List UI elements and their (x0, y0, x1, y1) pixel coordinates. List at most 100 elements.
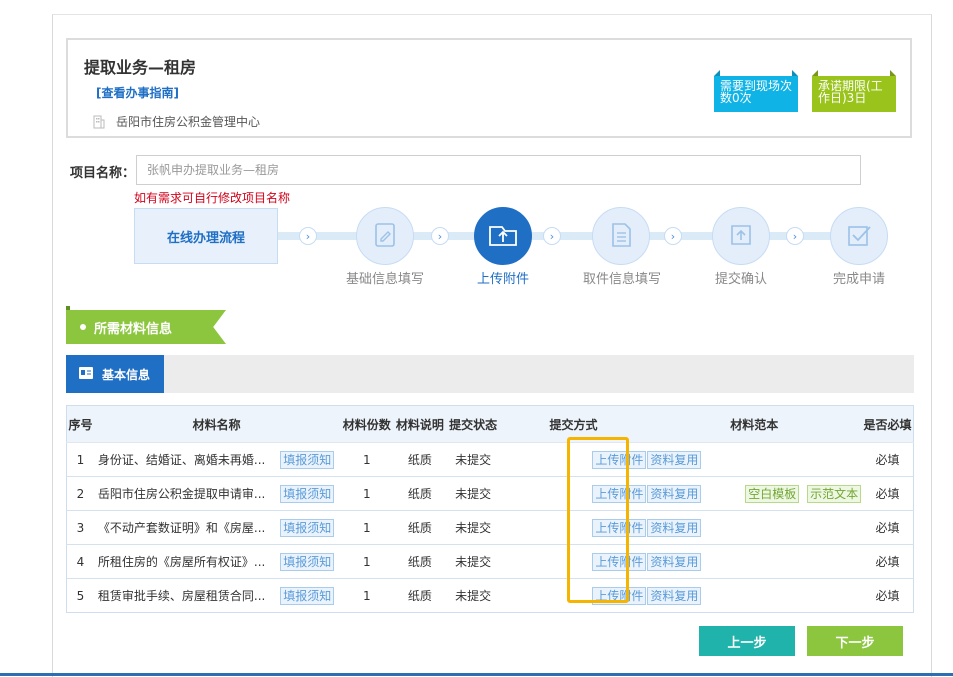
ribbon-fold (66, 306, 70, 310)
row-count: 1 (339, 442, 395, 477)
notice-button[interactable]: 填报须知 (280, 518, 335, 537)
visits-badge: 需要到现场次数0次 (714, 70, 798, 112)
materials-ribbon: 所需材料信息 (66, 310, 226, 344)
bullet-icon (80, 324, 86, 330)
upload-attachment-button[interactable]: 上传附件 (592, 484, 647, 503)
upload-attachment-button[interactable]: 上传附件 (592, 450, 647, 469)
reuse-material-button[interactable]: 资料复用 (647, 586, 702, 605)
org-row: 岳阳市住房公积金管理中心 (92, 113, 260, 130)
building-icon (92, 115, 106, 129)
col-template: 材料范本 (646, 405, 863, 443)
row-required: 必填 (862, 476, 914, 511)
step-basic-info (356, 207, 414, 265)
notice-button[interactable]: 填报须知 (280, 552, 335, 571)
row-status: 未提交 (445, 442, 501, 477)
step-complete (830, 207, 888, 265)
notice-button[interactable]: 填报须知 (280, 450, 335, 469)
row-name: 租赁审批手续、房屋租赁合同... (93, 578, 276, 613)
col-name: 材料名称 (93, 405, 340, 443)
row-desc: 纸质 (394, 476, 446, 511)
upload-folder-icon (487, 221, 519, 252)
step-label-confirm: 提交确认 (714, 272, 767, 287)
deadline-badge: 承诺期限(工作日)3日 (812, 70, 896, 112)
tab-basic-info-label: 基本信息 (102, 367, 151, 382)
step-label-basic-info: 基础信息填写 (345, 272, 424, 287)
step-label-upload: 上传附件 (476, 272, 529, 287)
table-row: 1 身份证、结婚证、离婚未再婚... 填报须知 1 纸质 未提交 上传附件 资料… (66, 442, 914, 477)
guide-link[interactable]: [查看办事指南] (96, 84, 179, 101)
reuse-material-button[interactable]: 资料复用 (647, 518, 702, 537)
row-name: 《不动产套数证明》和《房屋... (93, 510, 276, 545)
reuse-material-button[interactable]: 资料复用 (647, 484, 702, 503)
step-label-pickup: 取件信息填写 (582, 272, 661, 287)
row-required: 必填 (862, 510, 914, 545)
tab-basic-info[interactable]: 基本信息 (66, 355, 164, 393)
row-required: 必填 (862, 442, 914, 477)
step-submit-confirm (712, 207, 770, 265)
table-row: 3 《不动产套数证明》和《房屋... 填报须知 1 纸质 未提交 上传附件 资料… (66, 510, 914, 545)
blank-template-button[interactable]: 空白模板 (745, 484, 800, 503)
row-count: 1 (339, 578, 395, 613)
upload-attachment-button[interactable]: 上传附件 (592, 552, 647, 571)
next-step-button[interactable]: 下一步 (807, 626, 903, 656)
col-method: 提交方式 (500, 405, 647, 443)
row-status: 未提交 (445, 578, 501, 613)
table-row: 4 所租住房的《房屋所有权证》... 填报须知 1 纸质 未提交 上传附件 资料… (66, 544, 914, 579)
notice-button[interactable]: 填报须知 (280, 586, 335, 605)
row-no: 2 (66, 476, 94, 511)
edit-icon (371, 221, 399, 252)
row-count: 1 (339, 476, 395, 511)
row-count: 1 (339, 510, 395, 545)
page-title: 提取业务—租房 (84, 58, 197, 77)
row-desc: 纸质 (394, 510, 446, 545)
chevron-right-icon: › (299, 227, 317, 245)
row-desc: 纸质 (394, 578, 446, 613)
sample-text-button[interactable]: 示范文本 (807, 484, 862, 503)
row-required: 必填 (862, 578, 914, 613)
upload-icon (727, 221, 755, 252)
table-row: 2 岳阳市住房公积金提取申请审... 填报须知 1 纸质 未提交 上传附件 资料… (66, 476, 914, 511)
reuse-material-button[interactable]: 资料复用 (647, 450, 702, 469)
upload-attachment-button[interactable]: 上传附件 (592, 518, 647, 537)
prev-step-button[interactable]: 上一步 (699, 626, 795, 656)
col-count: 材料份数 (339, 405, 395, 443)
materials-ribbon-label: 所需材料信息 (94, 321, 173, 337)
org-name: 岳阳市住房公积金管理中心 (116, 115, 261, 129)
row-no: 4 (66, 544, 94, 579)
row-required: 必填 (862, 544, 914, 579)
row-name: 身份证、结婚证、离婚未再婚... (93, 442, 276, 477)
col-desc: 材料说明 (394, 405, 446, 443)
row-desc: 纸质 (394, 544, 446, 579)
row-name: 岳阳市住房公积金提取申请审... (93, 476, 276, 511)
row-status: 未提交 (445, 476, 501, 511)
row-status: 未提交 (445, 510, 501, 545)
id-card-icon (78, 365, 94, 384)
chevron-right-icon: › (664, 227, 682, 245)
row-desc: 纸质 (394, 442, 446, 477)
col-status: 提交状态 (445, 405, 501, 443)
flow-title: 在线办理流程 (134, 208, 278, 264)
step-upload-attachments (474, 207, 532, 265)
row-count: 1 (339, 544, 395, 579)
step-label-complete: 完成申请 (832, 272, 885, 287)
project-name-hint: 如有需求可自行修改项目名称 (134, 191, 291, 205)
materials-table: 序号 材料名称 材料份数 材料说明 提交状态 提交方式 材料范本 是否必填 1 … (66, 405, 914, 613)
notice-button[interactable]: 填报须知 (280, 484, 335, 503)
col-no: 序号 (66, 405, 94, 443)
service-header-card: 提取业务—租房 [查看办事指南] 岳阳市住房公积金管理中心 需要到现场次数0次 … (66, 38, 912, 138)
chevron-right-icon: › (543, 227, 561, 245)
upload-attachment-button[interactable]: 上传附件 (592, 586, 647, 605)
reuse-material-button[interactable]: 资料复用 (647, 552, 702, 571)
project-name-label: 项目名称： (70, 166, 136, 181)
table-header-row: 序号 材料名称 材料份数 材料说明 提交状态 提交方式 材料范本 是否必填 (66, 405, 914, 443)
row-no: 3 (66, 510, 94, 545)
tab-bar (66, 355, 914, 393)
step-pickup-info (592, 207, 650, 265)
row-name: 所租住房的《房屋所有权证》... (93, 544, 276, 579)
row-status: 未提交 (445, 544, 501, 579)
row-no: 5 (66, 578, 94, 613)
check-icon (845, 221, 873, 252)
project-name-input[interactable] (136, 155, 861, 185)
document-icon (607, 221, 635, 252)
row-no: 1 (66, 442, 94, 477)
